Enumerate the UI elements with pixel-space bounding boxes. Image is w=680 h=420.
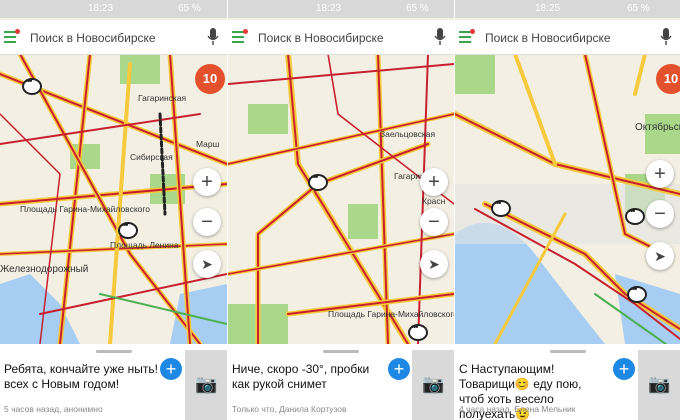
map-label-ploshchad-garina: Площадь Гарина-Михайловского: [328, 309, 454, 319]
battery-text: 65 %: [406, 3, 429, 14]
microphone-icon[interactable]: [660, 28, 672, 46]
map-label-marshala: Марш: [196, 139, 220, 149]
speech-bubble-icon[interactable]: [625, 206, 645, 225]
speech-bubble-icon[interactable]: [491, 198, 511, 217]
status-time: 18:25: [535, 3, 561, 14]
map-label-gagarinskaya: Гагаринская: [138, 93, 187, 103]
map-view[interactable]: Гагаринская Сибирская Марш Площадь Гарин…: [0, 54, 227, 344]
speech-bubble-icon[interactable]: [118, 220, 138, 239]
map-label-zheleznodorozhny: Железнодорожный: [0, 264, 88, 275]
camera-button[interactable]: 📷: [638, 350, 680, 420]
sheet-handle[interactable]: [323, 350, 359, 353]
post-card[interactable]: Ниче, скоро -30°, пробки как рукой сниме…: [228, 344, 454, 420]
camera-icon: 📷: [195, 374, 218, 394]
add-button[interactable]: +: [160, 358, 182, 380]
search-input[interactable]: Поиск в Новосибирске: [30, 31, 156, 45]
navigation-arrow-icon[interactable]: ➤: [420, 250, 448, 278]
sheet-handle[interactable]: [95, 350, 132, 353]
post-meta: 5 часов назад, анонимно: [4, 404, 103, 414]
add-button[interactable]: +: [613, 358, 635, 380]
zoom-in-button[interactable]: +: [646, 160, 674, 188]
battery-text: 65 %: [178, 3, 201, 14]
zoom-out-button[interactable]: −: [646, 200, 674, 228]
map-label-zaeltsovskaya: Заельцовская: [380, 129, 435, 139]
microphone-icon[interactable]: [207, 28, 219, 46]
map-label-sibirskaya: Сибирская: [130, 152, 173, 162]
zoom-out-button[interactable]: −: [420, 208, 448, 236]
status-bar: 18:23 65 %: [228, 0, 454, 18]
microphone-icon[interactable]: [434, 28, 446, 46]
sheet-handle[interactable]: [549, 350, 586, 353]
traffic-score-badge[interactable]: 10: [195, 64, 225, 94]
camera-button[interactable]: 📷: [185, 350, 227, 420]
post-card[interactable]: Ребята, кончайте уже ныть! всех с Новым …: [0, 344, 227, 420]
map-view[interactable]: Октябрьск: [455, 54, 680, 344]
add-button[interactable]: +: [388, 358, 410, 380]
search-bar[interactable]: Поиск в Новосибирске: [0, 20, 227, 55]
hamburger-icon[interactable]: [4, 29, 20, 43]
search-input[interactable]: Поиск в Новосибирске: [485, 31, 611, 45]
speech-bubble-icon[interactable]: [627, 284, 647, 303]
map-label-ploshchad-garina: Площадь Гарина-Михайловского: [20, 204, 150, 214]
post-message: Ниче, скоро -30°, пробки как рукой сниме…: [232, 362, 370, 391]
zoom-in-button[interactable]: +: [420, 168, 448, 196]
status-bar: 18:25 65 %: [455, 0, 680, 18]
map-panel-2: 18:23 65 % Поиск в Новосибирске Заельцов…: [228, 0, 454, 420]
post-card[interactable]: С Наступающим! Товарищи😊 еду пою, чтоб х…: [455, 344, 680, 420]
search-bar[interactable]: Поиск в Новосибирске: [228, 20, 454, 55]
search-bar[interactable]: Поиск в Новосибирске: [455, 20, 680, 55]
status-time: 18:23: [88, 3, 114, 14]
map-panel-1: 18:23 65 % Поиск в Новосибирске Гагаринс…: [0, 0, 227, 420]
status-time: 18:23: [316, 3, 342, 14]
battery-text: 65 %: [627, 3, 650, 14]
map-label-ploshchad-lenina: Площадь Ленина: [110, 240, 179, 250]
navigation-arrow-icon[interactable]: ➤: [193, 250, 221, 278]
zoom-out-button[interactable]: −: [193, 208, 221, 236]
hamburger-icon[interactable]: [232, 29, 248, 43]
speech-bubble-icon[interactable]: [22, 76, 42, 95]
zoom-in-button[interactable]: +: [193, 168, 221, 196]
post-message: Ребята, кончайте уже ныть! всех с Новым …: [4, 362, 159, 391]
map-label-krasny: Красн: [422, 196, 446, 206]
traffic-score-badge[interactable]: 10: [656, 64, 680, 94]
camera-icon: 📷: [648, 374, 671, 394]
map-label-oktyabrskaya: Октябрьск: [635, 121, 680, 133]
status-bar: 18:23 65 %: [0, 0, 227, 18]
post-meta: 4 часа назад, Елена Мельник: [459, 404, 576, 414]
navigation-arrow-icon[interactable]: ➤: [646, 242, 674, 270]
camera-button[interactable]: 📷: [412, 350, 454, 420]
hamburger-icon[interactable]: [459, 29, 475, 43]
camera-icon: 📷: [422, 374, 445, 394]
map-panel-3: 18:25 65 % Поиск в Новосибирске Октябрьс…: [455, 0, 680, 420]
post-meta: Только что, Данила Кортузов: [232, 404, 347, 414]
speech-bubble-icon[interactable]: [308, 172, 328, 191]
search-input[interactable]: Поиск в Новосибирске: [258, 31, 384, 45]
speech-bubble-icon[interactable]: [408, 322, 428, 341]
map-view[interactable]: Заельцовская Гагаринская Площадь Гарина-…: [228, 54, 454, 344]
